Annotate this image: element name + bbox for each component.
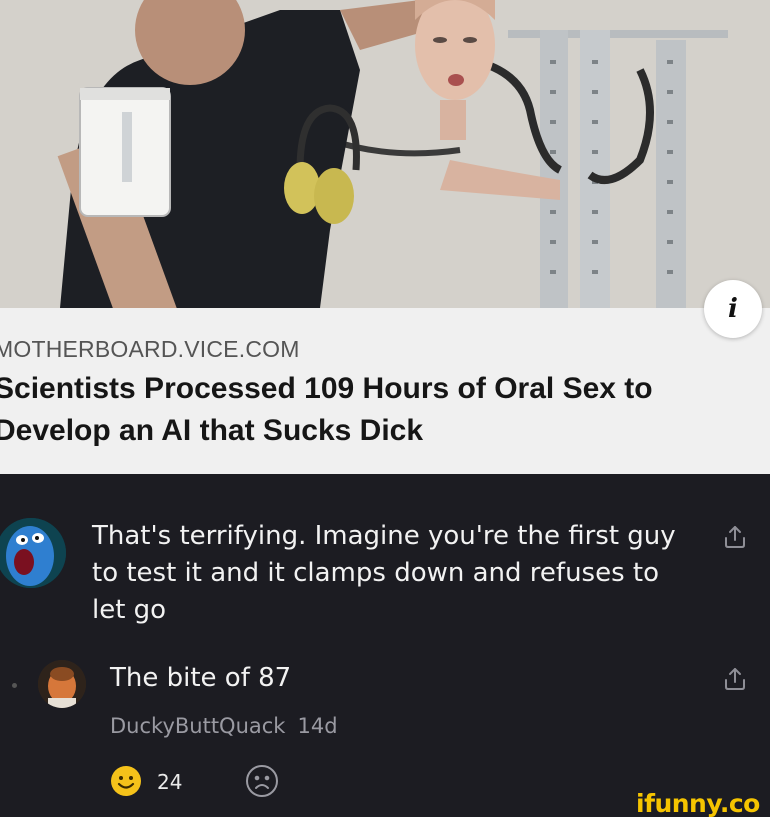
frown-icon[interactable] <box>245 764 279 798</box>
smile-icon[interactable] <box>110 765 142 797</box>
article-headline[interactable]: Scientists Processed 109 Hours of Oral S… <box>0 368 770 452</box>
smile-count: 24 <box>157 770 183 794</box>
info-icon[interactable]: i <box>704 280 762 338</box>
share-icon[interactable] <box>722 666 748 692</box>
reply-avatar[interactable] <box>38 660 86 708</box>
watermark-logo: ifunny.co <box>636 789 760 817</box>
article-source: MOTHERBOARD.VICE.COM <box>0 336 300 362</box>
reply-timestamp: 14d <box>297 714 338 738</box>
reply-text: The bite of 87 <box>110 663 292 693</box>
reply-username[interactable]: DuckyButtQuack <box>110 714 285 738</box>
link-preview-card[interactable]: i MOTHERBOARD.VICE.COM Scientists Proces… <box>0 0 770 474</box>
article-thumbnail <box>0 0 770 308</box>
share-icon[interactable] <box>722 524 748 550</box>
reply-thread-dot <box>12 683 17 688</box>
reply-meta: DuckyButtQuack 14d <box>110 714 338 738</box>
comment-text: That's terrifying. Imagine you're the fi… <box>92 521 676 625</box>
